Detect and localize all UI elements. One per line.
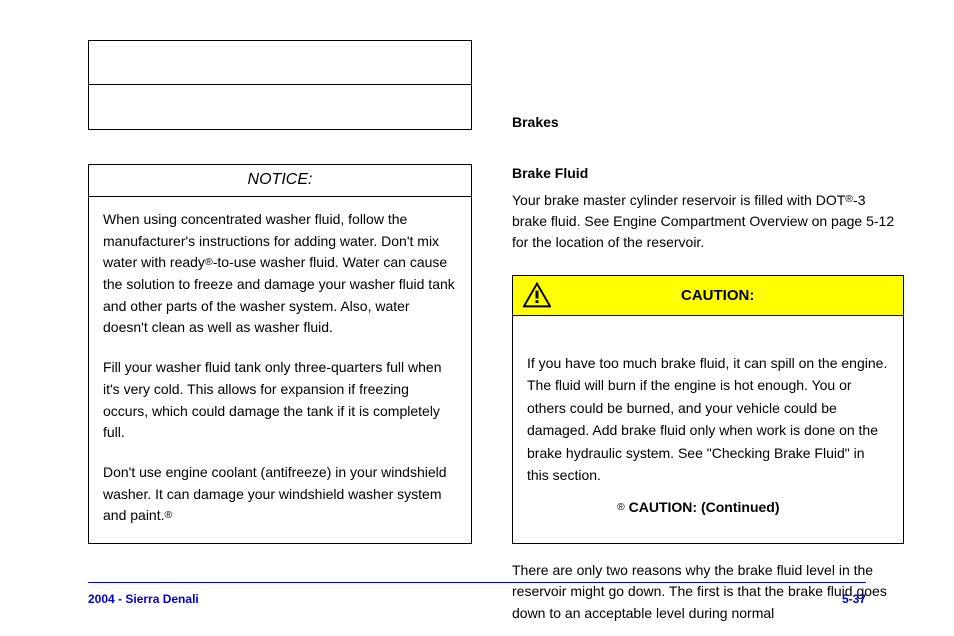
notice-paragraph-2: Fill your washer fluid tank only three-q… — [103, 357, 457, 444]
two-row-box-row-1 — [89, 41, 471, 85]
notice-p1-post: to — [217, 254, 229, 270]
notice-header-text: NOTICE: — [248, 171, 313, 188]
notice-p2: Fill your washer fluid tank only three-q… — [103, 359, 442, 440]
two-row-box-row-2 — [89, 85, 471, 129]
caution-title: CAUTION: — [681, 287, 754, 304]
notice-p1-reg1: ® — [205, 254, 213, 270]
notice-box: NOTICE: When using concentrated washer f… — [88, 164, 472, 544]
right-p1-link: Engine Compartment Overview — [613, 213, 808, 229]
page-footer: 2004 - Sierra Denali 5-37 — [88, 592, 866, 606]
notice-body: When using concentrated washer fluid, fo… — [89, 197, 471, 543]
notice-header: NOTICE: — [89, 165, 471, 197]
placeholder-two-row-box — [88, 40, 472, 130]
footer-rule — [88, 582, 866, 583]
brake-fluid-subheading: Brake Fluid — [512, 163, 902, 184]
right-p1-reg: ® — [845, 192, 853, 208]
right-paragraph-1: Your brake master cylinder reservoir is … — [512, 190, 902, 253]
caution-continued-reg: ® — [617, 499, 625, 515]
caution-box: CAUTION: If you have too much brake flui… — [512, 275, 904, 544]
caution-header: CAUTION: — [513, 276, 903, 316]
brakes-heading: Brakes — [512, 112, 902, 133]
caution-body-2-text: CAUTION: (Continued) — [629, 499, 780, 515]
footer-right: 5-37 — [842, 592, 866, 606]
notice-p3-reg: ® — [165, 507, 173, 523]
right-p1-pre: Your brake master cylinder reservoir is … — [512, 192, 845, 208]
caution-body-paragraph-1: If you have too much brake fluid, it can… — [527, 352, 889, 486]
warning-triangle-icon — [523, 282, 551, 308]
caution-body-paragraph-2: ® CAUTION: (Continued) — [527, 496, 889, 518]
notice-paragraph-1: When using concentrated washer fluid, fo… — [103, 209, 457, 339]
caution-body: If you have too much brake fluid, it can… — [513, 316, 903, 543]
notice-paragraph-3: Don't use engine coolant (antifreeze) in… — [103, 462, 457, 527]
right-column-title-block: Brakes — [512, 112, 902, 153]
notice-p3-pre: Don't use engine coolant (antifreeze) in… — [103, 464, 447, 523]
footer-left: 2004 - Sierra Denali — [88, 592, 199, 606]
